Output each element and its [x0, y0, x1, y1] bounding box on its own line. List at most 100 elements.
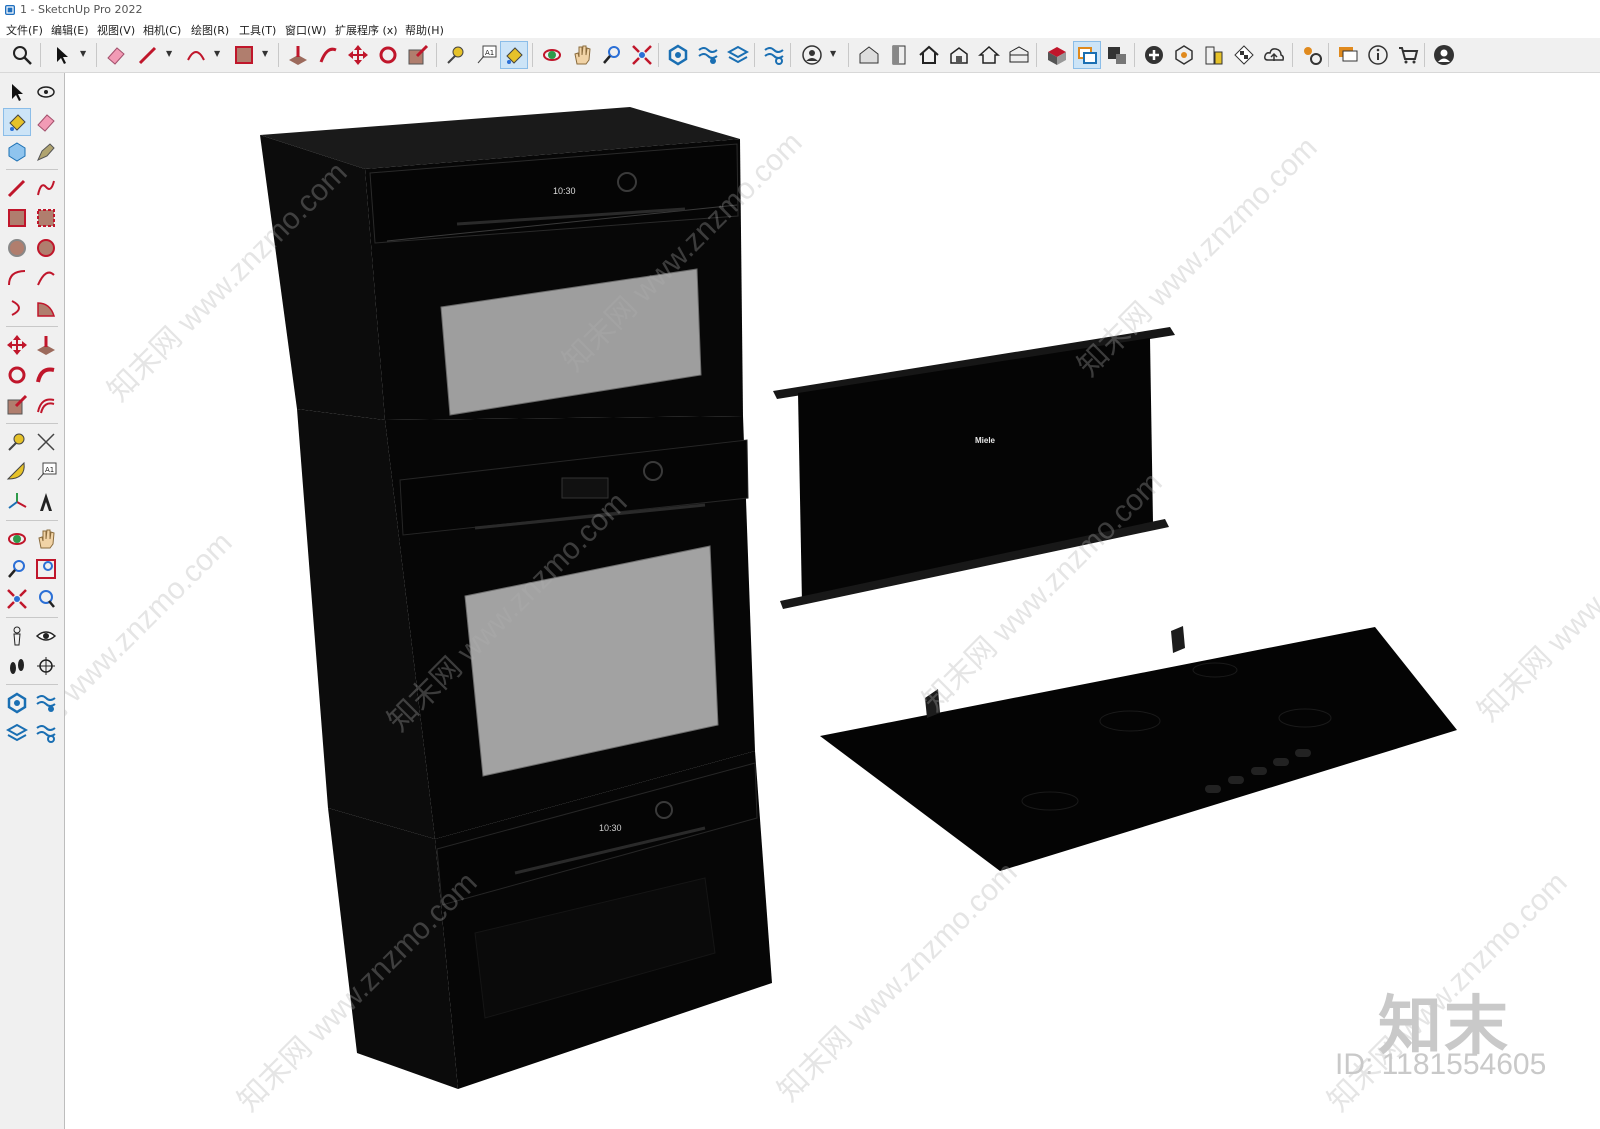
scale-icon[interactable] — [3, 391, 31, 419]
checker-icon[interactable] — [1230, 41, 1258, 69]
menu-help[interactable]: 帮助(H) — [405, 22, 444, 38]
tape-measure-icon[interactable] — [3, 428, 31, 456]
pencil-icon[interactable] — [134, 41, 162, 69]
home-icon[interactable] — [945, 41, 973, 69]
section-plane-icon[interactable] — [32, 652, 60, 680]
scale-icon[interactable] — [404, 41, 432, 69]
building-icon[interactable] — [1200, 41, 1228, 69]
extension-warehouse-icon[interactable] — [1043, 41, 1071, 69]
zoom-extents-icon[interactable] — [3, 585, 31, 613]
profile-icon[interactable] — [798, 41, 826, 69]
protractor-icon[interactable] — [3, 458, 31, 486]
line-icon[interactable] — [3, 174, 31, 202]
freehand-icon[interactable] — [32, 174, 60, 202]
arc-icon[interactable] — [3, 264, 31, 292]
dimension-icon[interactable] — [32, 428, 60, 456]
menu-file[interactable]: 文件(F) — [6, 22, 43, 38]
menu-window[interactable]: 窗口(W) — [285, 22, 326, 38]
zoom-window-icon[interactable] — [32, 555, 60, 583]
pie-icon[interactable] — [32, 294, 60, 322]
push-pull-icon[interactable] — [284, 41, 312, 69]
pan-icon[interactable] — [568, 41, 596, 69]
eraser-icon[interactable] — [32, 108, 60, 136]
orbit-icon[interactable] — [32, 78, 60, 106]
sandbox-stamp-icon[interactable] — [724, 41, 752, 69]
circle-icon[interactable] — [3, 234, 31, 262]
axes-icon[interactable] — [3, 488, 31, 516]
eraser-icon[interactable] — [102, 41, 130, 69]
select-icon[interactable] — [3, 78, 31, 106]
menu-extensions[interactable]: 扩展程序 (x) — [335, 22, 398, 38]
cooktop[interactable] — [820, 626, 1457, 871]
follow-me-icon[interactable] — [32, 361, 60, 389]
walk-icon[interactable] — [3, 652, 31, 680]
chevron-down-icon[interactable]: ▼ — [214, 50, 222, 58]
polygon-icon[interactable] — [32, 234, 60, 262]
text-icon[interactable]: A1 — [472, 41, 500, 69]
chevron-down-icon[interactable]: ▼ — [262, 50, 270, 58]
chevron-down-icon[interactable]: ▼ — [166, 50, 174, 58]
account-icon[interactable] — [1430, 41, 1458, 69]
sandbox-smoove-icon[interactable] — [760, 41, 788, 69]
rectangle-icon[interactable] — [230, 41, 258, 69]
sandbox-icon[interactable] — [664, 41, 692, 69]
sandbox-smoove-icon[interactable] — [3, 719, 31, 747]
component-icon[interactable] — [1005, 41, 1033, 69]
component-icon[interactable] — [3, 138, 31, 166]
move-icon[interactable] — [3, 331, 31, 359]
rotate-icon[interactable] — [374, 41, 402, 69]
door-icon[interactable] — [885, 41, 913, 69]
orbit-icon[interactable] — [538, 41, 566, 69]
rotated-rectangle-icon[interactable] — [32, 204, 60, 232]
sandbox-scratch-icon[interactable] — [32, 689, 60, 717]
menu-camera[interactable]: 相机(C) — [143, 22, 181, 38]
add-icon[interactable] — [1140, 41, 1168, 69]
cart-icon[interactable] — [1394, 41, 1422, 69]
menu-draw[interactable]: 绘图(R) — [191, 22, 229, 38]
look-around-icon[interactable] — [32, 622, 60, 650]
menu-tools[interactable]: 工具(T) — [239, 22, 276, 38]
zoom-icon[interactable] — [598, 41, 626, 69]
gear-icon[interactable] — [1298, 41, 1326, 69]
chat-icon[interactable] — [1334, 41, 1362, 69]
paint-bucket-icon[interactable] — [500, 41, 528, 69]
move-icon[interactable] — [344, 41, 372, 69]
sandbox-scratch-icon[interactable] — [694, 41, 722, 69]
warehouse-icon[interactable] — [855, 41, 883, 69]
follow-me-icon[interactable] — [314, 41, 342, 69]
scene-canvas[interactable]: 10:30 10:30 Miele 知末网 www.znzmo.com 知末网 … — [65, 73, 1600, 1129]
downdraft-hood[interactable]: Miele — [773, 327, 1175, 609]
position-camera-icon[interactable] — [3, 622, 31, 650]
info-icon[interactable] — [1364, 41, 1392, 69]
paint-bucket-icon[interactable] — [3, 108, 31, 136]
arc-icon[interactable] — [32, 264, 60, 292]
tape-measure-icon[interactable] — [442, 41, 470, 69]
3d-text-icon[interactable] — [32, 488, 60, 516]
rectangle-icon[interactable] — [3, 204, 31, 232]
offset-icon[interactable] — [32, 391, 60, 419]
sandbox-stamp-icon[interactable] — [32, 719, 60, 747]
rotate-icon[interactable] — [3, 361, 31, 389]
home-icon[interactable] — [975, 41, 1003, 69]
trimble-icon[interactable] — [1170, 41, 1198, 69]
zoom-extents-icon[interactable] — [628, 41, 656, 69]
text-icon[interactable]: A1 — [32, 458, 60, 486]
arc-icon[interactable] — [182, 41, 210, 69]
cloud-upload-icon[interactable] — [1260, 41, 1288, 69]
tag-icon[interactable] — [32, 138, 60, 166]
chevron-down-icon[interactable]: ▼ — [830, 50, 838, 58]
push-pull-icon[interactable] — [32, 331, 60, 359]
sandbox-icon[interactable] — [3, 689, 31, 717]
menu-view[interactable]: 视图(V) — [97, 22, 135, 38]
previous-view-icon[interactable] — [32, 585, 60, 613]
chevron-down-icon[interactable]: ▼ — [80, 50, 88, 58]
select-icon[interactable] — [48, 41, 76, 69]
menu-edit[interactable]: 编辑(E) — [51, 22, 89, 38]
arc-icon[interactable] — [3, 294, 31, 322]
zoom-icon[interactable] — [8, 41, 36, 69]
orbit-icon[interactable] — [3, 525, 31, 553]
zoom-icon[interactable] — [3, 555, 31, 583]
layout-icon[interactable] — [1073, 41, 1101, 69]
pan-icon[interactable] — [32, 525, 60, 553]
house-icon[interactable] — [915, 41, 943, 69]
